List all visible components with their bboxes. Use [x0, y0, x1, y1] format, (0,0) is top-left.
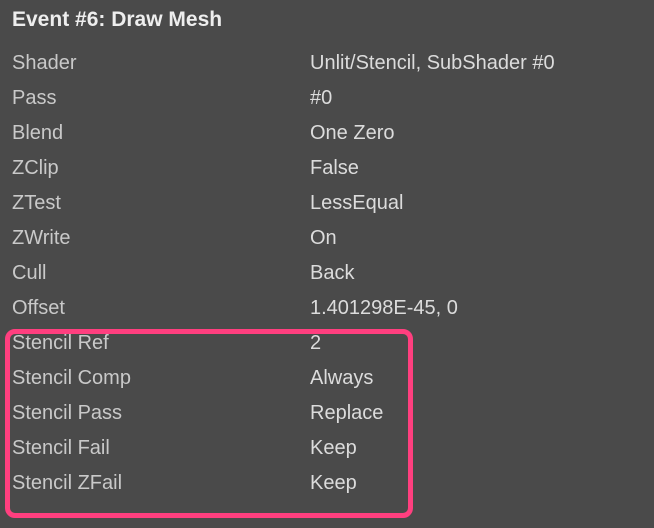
property-row: Blend One Zero — [0, 116, 654, 151]
property-label: Stencil Pass — [0, 402, 310, 425]
property-value: 2 — [310, 332, 321, 355]
property-label: Pass — [0, 87, 310, 110]
property-value: One Zero — [310, 122, 394, 145]
property-label: Stencil Ref — [0, 332, 310, 355]
property-row: Cull Back — [0, 256, 654, 291]
property-label: Blend — [0, 122, 310, 145]
property-value: Unlit/Stencil, SubShader #0 — [310, 52, 555, 75]
property-value: Keep — [310, 437, 357, 460]
property-value: LessEqual — [310, 192, 403, 215]
property-value: Replace — [310, 402, 383, 425]
property-label: Cull — [0, 262, 310, 285]
property-label: Stencil Comp — [0, 367, 310, 390]
property-label: Stencil Fail — [0, 437, 310, 460]
property-row: Stencil Pass Replace — [0, 396, 654, 431]
event-details-panel: Event #6: Draw Mesh Shader Unlit/Stencil… — [0, 0, 654, 501]
property-row: ZTest LessEqual — [0, 186, 654, 221]
property-value: Always — [310, 367, 373, 390]
property-value: On — [310, 227, 337, 250]
property-row: Stencil Comp Always — [0, 361, 654, 396]
property-row: Stencil Fail Keep — [0, 431, 654, 466]
property-value: Back — [310, 262, 354, 285]
property-label: ZWrite — [0, 227, 310, 250]
property-label: Offset — [0, 297, 310, 320]
property-list: Shader Unlit/Stencil, SubShader #0 Pass … — [0, 46, 654, 501]
panel-title: Event #6: Draw Mesh — [0, 8, 654, 32]
property-label: Stencil ZFail — [0, 472, 310, 495]
property-row: Stencil ZFail Keep — [0, 466, 654, 501]
property-row: Pass #0 — [0, 81, 654, 116]
property-value: #0 — [310, 87, 332, 110]
property-value: Keep — [310, 472, 357, 495]
property-label: ZTest — [0, 192, 310, 215]
property-value: False — [310, 157, 359, 180]
property-row: Shader Unlit/Stencil, SubShader #0 — [0, 46, 654, 81]
property-label: ZClip — [0, 157, 310, 180]
property-row: Offset 1.401298E-45, 0 — [0, 291, 654, 326]
property-row: ZClip False — [0, 151, 654, 186]
property-label: Shader — [0, 52, 310, 75]
property-row: ZWrite On — [0, 221, 654, 256]
property-row: Stencil Ref 2 — [0, 326, 654, 361]
property-value: 1.401298E-45, 0 — [310, 297, 458, 320]
